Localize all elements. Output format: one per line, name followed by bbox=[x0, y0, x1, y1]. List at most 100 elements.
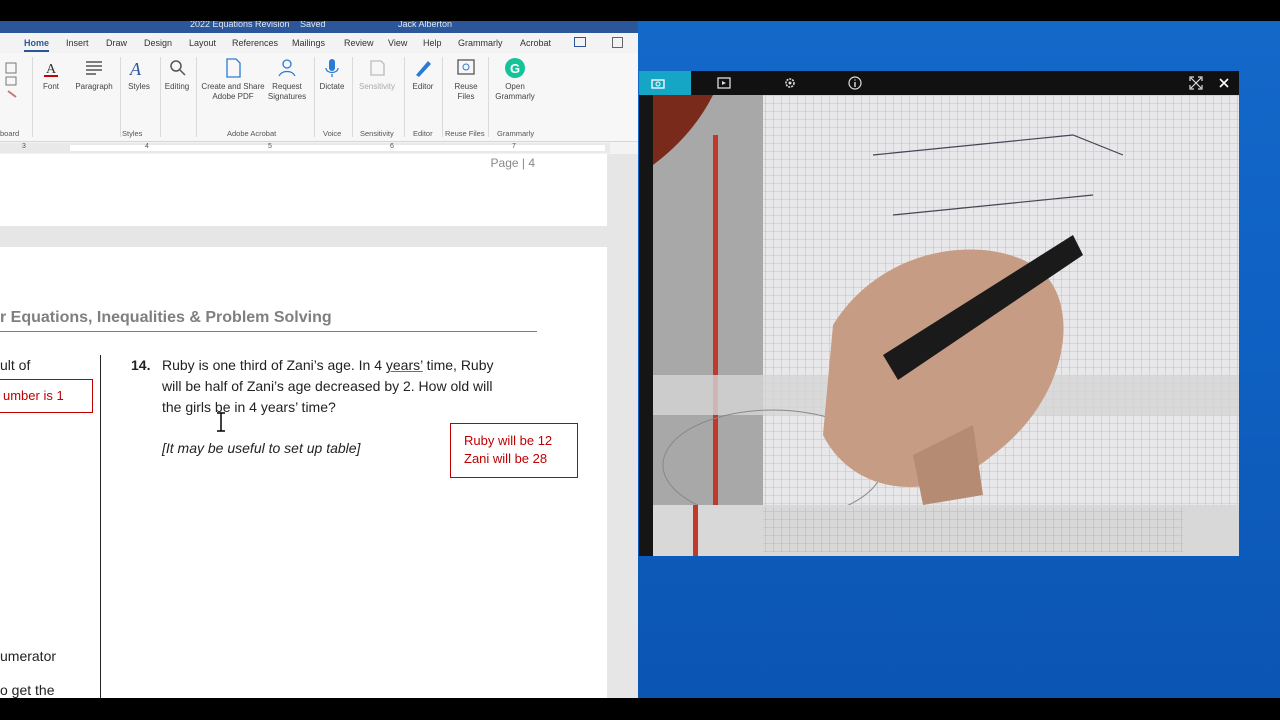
left-answer-text: umber is 1 bbox=[3, 388, 64, 403]
tab-help[interactable]: Help bbox=[423, 38, 442, 48]
screen-bottom-edge bbox=[0, 698, 1280, 720]
request-label-1: Request bbox=[272, 82, 302, 91]
grammarly-label-2: Grammarly bbox=[495, 92, 535, 101]
question-line: Ruby is one third of Zani’s age. In 4 ye… bbox=[162, 357, 494, 373]
font-button[interactable]: A Font bbox=[38, 57, 64, 92]
expand-icon[interactable] bbox=[1189, 76, 1203, 90]
text-cursor-icon bbox=[217, 412, 225, 432]
tab-grammarly[interactable]: Grammarly bbox=[458, 38, 503, 48]
tab-insert[interactable]: Insert bbox=[66, 38, 89, 48]
group-grammarly: Grammarly bbox=[497, 129, 535, 138]
grammarly-label-1: Open bbox=[505, 82, 525, 91]
clipboard-icons[interactable] bbox=[2, 61, 20, 101]
video-icon[interactable] bbox=[717, 76, 731, 90]
tab-mailings[interactable]: Mailings bbox=[292, 38, 325, 48]
group-reuse: Reuse Files bbox=[445, 129, 485, 138]
answer-ruby: Ruby will be 12 bbox=[464, 433, 553, 448]
request-signatures-button[interactable]: Request Signatures bbox=[264, 57, 310, 102]
group-acrobat: Adobe Acrobat bbox=[227, 129, 277, 138]
word-window: 2022 Equations Revision Saved Jack Alber… bbox=[0, 21, 638, 698]
tab-references[interactable]: References bbox=[232, 38, 278, 48]
settings-icon[interactable] bbox=[783, 76, 797, 90]
dictate-label: Dictate bbox=[319, 82, 345, 91]
create-share-label-2: Adobe PDF bbox=[212, 92, 254, 101]
page-footer: Page | 4 bbox=[0, 154, 607, 226]
column-divider bbox=[100, 355, 101, 698]
editor-label: Editor bbox=[412, 82, 434, 91]
page[interactable]: r Equations, Inequalities & Problem Solv… bbox=[0, 247, 607, 698]
tab-design[interactable]: Design bbox=[144, 38, 172, 48]
paragraph-label: Paragraph bbox=[75, 82, 113, 91]
reuse-files-icon bbox=[457, 59, 475, 75]
microphone-icon bbox=[325, 59, 339, 77]
camera-window bbox=[639, 71, 1239, 556]
camera-side-strip bbox=[639, 95, 653, 556]
answer-box: Ruby will be 12 Zani will be 28 bbox=[450, 423, 578, 478]
ruler-mark: 3 bbox=[22, 143, 26, 150]
styles-button[interactable]: A Styles bbox=[124, 57, 154, 92]
question-hint: [It may be useful to set up table] bbox=[162, 440, 361, 456]
reuse-label-2: Files bbox=[457, 92, 475, 101]
sensitivity-icon bbox=[370, 60, 385, 76]
camera-toolbar bbox=[639, 71, 1239, 95]
sensitivity-button[interactable]: Sensitivity bbox=[356, 57, 398, 92]
tab-acrobat[interactable]: Acrobat bbox=[520, 38, 551, 48]
saved-status: Saved bbox=[300, 21, 326, 29]
ruler-mark: 4 bbox=[145, 143, 149, 150]
font-label: Font bbox=[42, 82, 59, 91]
webcam-feed bbox=[653, 95, 1239, 556]
share-icon[interactable] bbox=[612, 37, 623, 48]
editing-button[interactable]: Editing bbox=[162, 57, 192, 92]
group-voice: Voice bbox=[323, 129, 342, 138]
question-text: Ruby is one third of Zani’s age. In 4 bbox=[162, 357, 386, 373]
request-label-2: Signatures bbox=[267, 92, 307, 101]
camera-tab[interactable] bbox=[639, 71, 691, 95]
tab-view[interactable]: View bbox=[388, 38, 407, 48]
dictate-button[interactable]: Dictate bbox=[316, 57, 348, 92]
camera-icon bbox=[651, 79, 665, 89]
question-line: will be half of Zani’s age decreased by … bbox=[162, 378, 493, 394]
title-bar: 2022 Equations Revision Saved Jack Alber… bbox=[0, 21, 638, 33]
grammarly-icon: G bbox=[505, 58, 525, 78]
user-name[interactable]: Jack Alberton bbox=[398, 21, 452, 29]
styles-icon: A bbox=[129, 59, 142, 79]
heading-rule bbox=[0, 331, 537, 332]
question-number: 14. bbox=[131, 357, 151, 373]
webcam-image bbox=[653, 95, 1239, 556]
group-styles: Styles bbox=[122, 129, 143, 138]
svg-text:A: A bbox=[46, 62, 57, 77]
group-sensitivity: Sensitivity bbox=[360, 129, 394, 138]
section-heading: r Equations, Inequalities & Problem Solv… bbox=[0, 309, 332, 326]
editing-label: Editing bbox=[164, 82, 190, 91]
tab-draw[interactable]: Draw bbox=[106, 38, 127, 48]
tab-home[interactable]: Home bbox=[24, 38, 50, 52]
ribbon-tabs: Home Insert Draw Design Layout Reference… bbox=[0, 33, 638, 53]
comments-icon[interactable] bbox=[574, 37, 586, 47]
ruler-mark: 5 bbox=[268, 143, 272, 150]
question-text-underlined: years’ bbox=[385, 357, 423, 373]
reuse-files-button[interactable]: Reuse Files bbox=[448, 57, 484, 102]
svg-text:G: G bbox=[510, 61, 520, 76]
info-icon[interactable] bbox=[848, 76, 862, 90]
editor-button[interactable]: Editor bbox=[408, 57, 438, 92]
tab-review[interactable]: Review bbox=[344, 38, 374, 48]
ruler-mark: 6 bbox=[390, 143, 394, 150]
left-col-text: o get the bbox=[0, 682, 55, 698]
ribbon: A Font Paragraph A Styles Editing Create… bbox=[0, 53, 638, 142]
search-icon bbox=[170, 60, 186, 76]
pdf-icon bbox=[226, 58, 241, 78]
close-icon[interactable] bbox=[1217, 76, 1231, 90]
document-title: 2022 Equations Revision bbox=[190, 21, 290, 29]
svg-text:A: A bbox=[129, 59, 142, 79]
font-icon: A bbox=[44, 62, 58, 77]
tab-layout[interactable]: Layout bbox=[189, 38, 216, 48]
editor-icon bbox=[416, 61, 431, 77]
create-share-pdf-button[interactable]: Create and Share Adobe PDF bbox=[200, 57, 266, 102]
horizontal-ruler[interactable]: 3 4 5 6 7 bbox=[0, 143, 610, 153]
paragraph-icon bbox=[86, 61, 102, 75]
open-grammarly-button[interactable]: G Open Grammarly bbox=[492, 57, 538, 102]
document-canvas[interactable]: Page | 4 r Equations, Inequalities & Pro… bbox=[0, 154, 638, 698]
paragraph-button[interactable]: Paragraph bbox=[72, 57, 116, 92]
answer-zani: Zani will be 28 bbox=[464, 451, 548, 466]
sensitivity-label: Sensitivity bbox=[358, 82, 395, 91]
